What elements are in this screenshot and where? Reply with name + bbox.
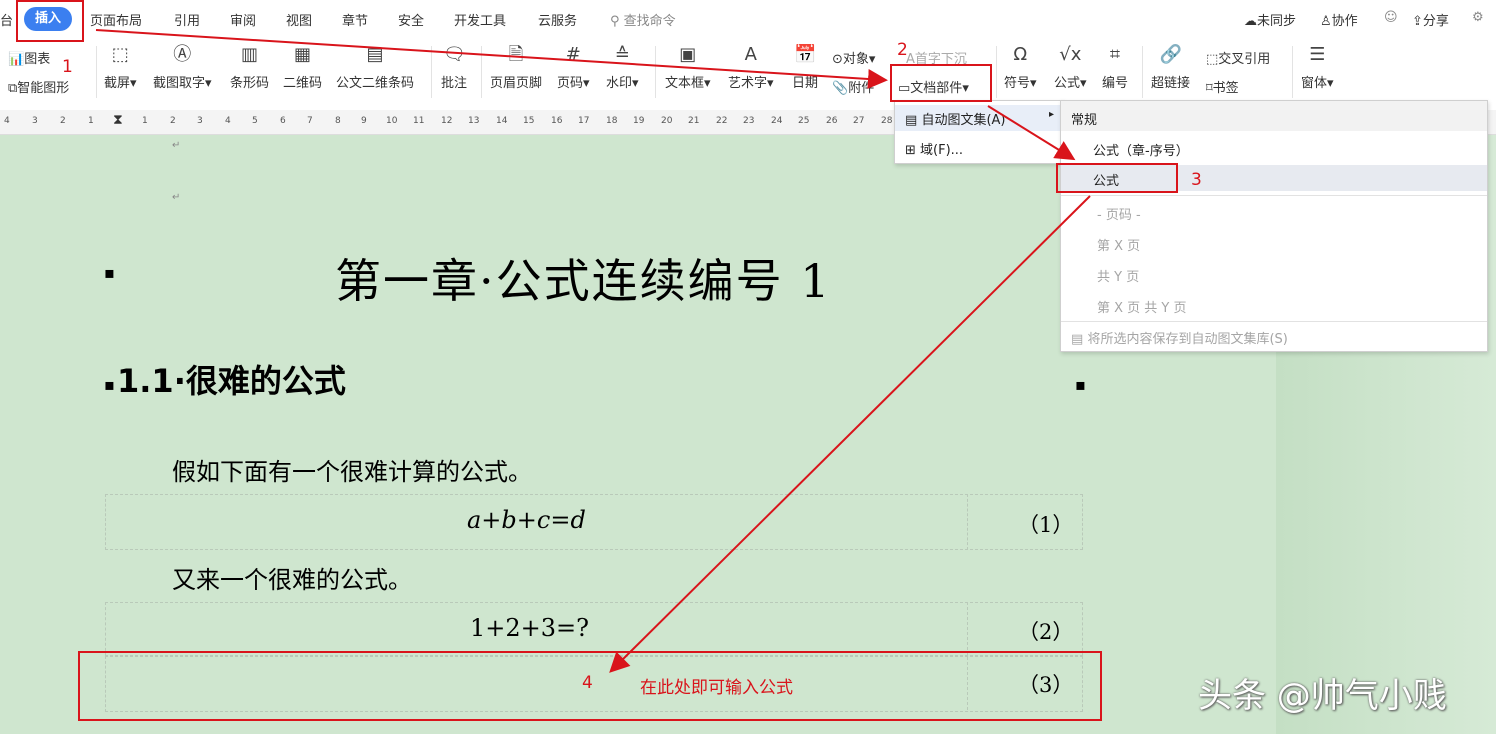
watermark: 头条 @帅气小贱	[1198, 676, 1447, 716]
arrow-step-2-to-3	[987, 105, 1076, 161]
arrow-step-1-to-2	[95, 29, 888, 89]
arrow-step-3-to-4	[609, 195, 1091, 673]
annotation-arrows	[95, 29, 1091, 673]
